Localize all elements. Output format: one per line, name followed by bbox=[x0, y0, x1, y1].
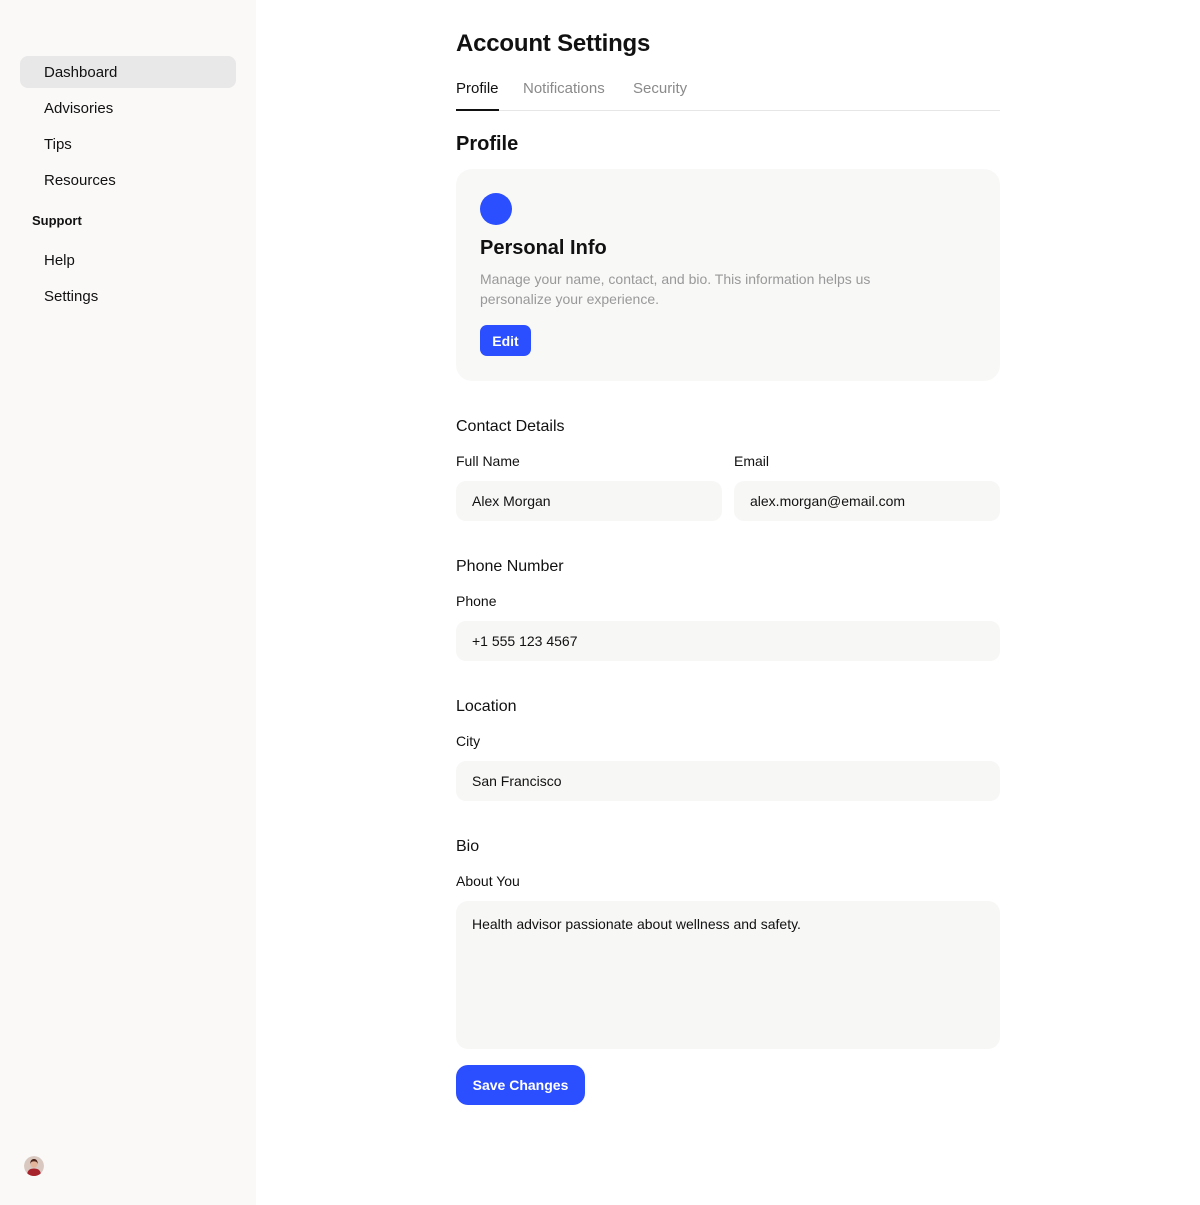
sidebar-item-label: Tips bbox=[44, 135, 72, 153]
sidebar-section-support: Support bbox=[32, 213, 82, 228]
email-label: Email bbox=[734, 453, 770, 469]
personal-info-card: Personal Info Manage your name, contact,… bbox=[456, 169, 1000, 381]
email-field[interactable]: alex.morgan@email.com bbox=[734, 481, 1000, 521]
tab-security[interactable]: Security bbox=[633, 80, 687, 111]
sidebar-item-label: Dashboard bbox=[44, 63, 118, 81]
location-title: Location bbox=[456, 698, 517, 715]
sidebar: Dashboard Advisories Tips Resources Supp… bbox=[0, 0, 256, 1205]
sidebar-item-label: Advisories bbox=[44, 99, 114, 117]
user-avatar-icon bbox=[24, 1156, 44, 1176]
sidebar-item-resources[interactable]: Resources bbox=[20, 164, 236, 196]
card-title: Personal Info bbox=[480, 237, 607, 259]
phone-number-title: Phone Number bbox=[456, 558, 564, 575]
full-name-label: Full Name bbox=[456, 453, 520, 469]
about-you-label: About You bbox=[456, 873, 520, 889]
sidebar-item-label: Settings bbox=[44, 287, 99, 305]
sidebar-item-dashboard[interactable]: Dashboard bbox=[20, 56, 236, 88]
phone-label: Phone bbox=[456, 593, 497, 609]
sidebar-item-settings[interactable]: Settings bbox=[20, 280, 236, 312]
sidebar-item-help[interactable]: Help bbox=[20, 244, 236, 276]
tab-profile[interactable]: Profile bbox=[456, 80, 499, 111]
save-changes-button[interactable]: Save Changes bbox=[456, 1065, 585, 1105]
user-avatar[interactable] bbox=[24, 1156, 44, 1176]
tab-notifications[interactable]: Notifications bbox=[523, 80, 605, 111]
tab-bar: Profile Notifications Security bbox=[456, 76, 1000, 111]
bio-textarea[interactable]: Health advisor passionate about wellness… bbox=[456, 901, 1000, 1049]
city-label: City bbox=[456, 733, 481, 749]
section-title: Profile bbox=[456, 133, 519, 155]
bio-title: Bio bbox=[456, 838, 480, 855]
card-description: Manage your name, contact, and bio. This… bbox=[480, 271, 871, 307]
sidebar-item-tips[interactable]: Tips bbox=[20, 128, 236, 160]
sidebar-item-label: Resources bbox=[44, 171, 116, 189]
city-field[interactable]: San Francisco bbox=[456, 761, 1000, 801]
page-title: Account Settings bbox=[456, 30, 651, 57]
contact-details-title: Contact Details bbox=[456, 418, 565, 435]
phone-field[interactable]: +1 555 123 4567 bbox=[456, 621, 1000, 661]
full-name-field[interactable]: Alex Morgan bbox=[456, 481, 722, 521]
edit-button[interactable]: Edit bbox=[480, 325, 531, 356]
circle-icon bbox=[480, 193, 512, 225]
sidebar-item-label: Help bbox=[44, 251, 75, 269]
sidebar-item-advisories[interactable]: Advisories bbox=[20, 92, 236, 124]
